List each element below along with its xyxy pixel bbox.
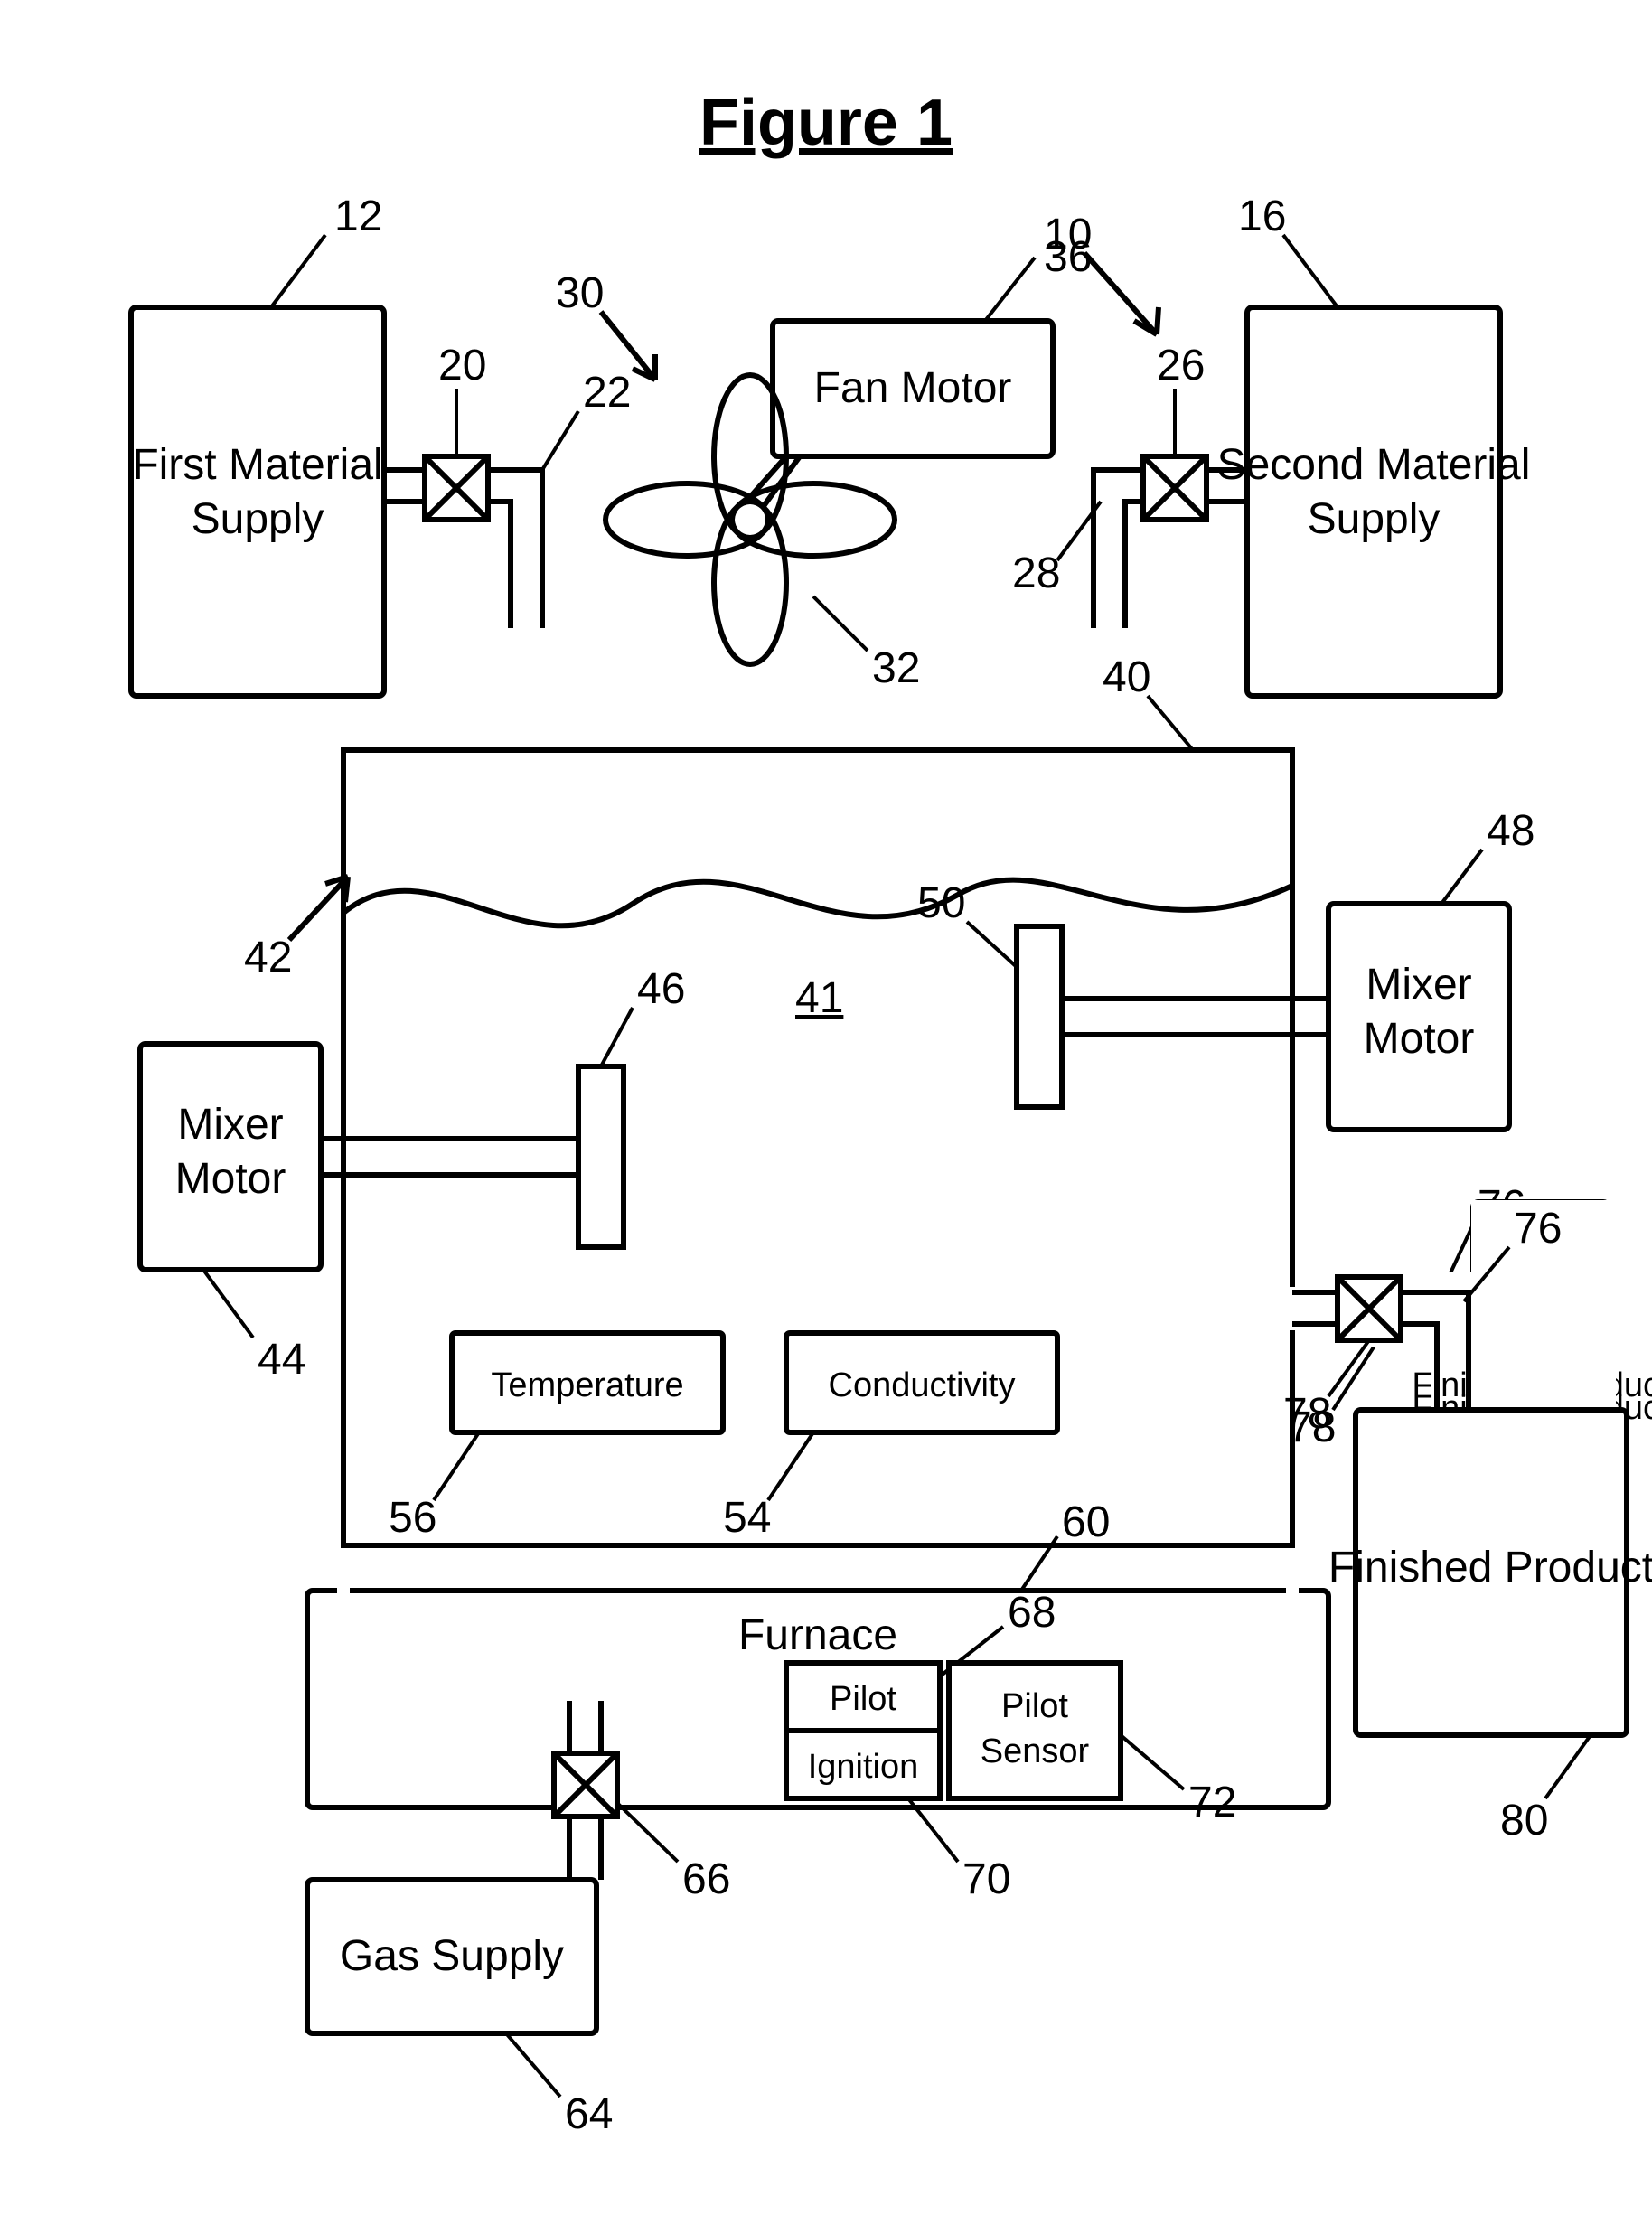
mixer-l2r: Motor	[1364, 1015, 1475, 1063]
pilot-sensor: Pilot Sensor	[949, 1663, 1121, 1798]
mixer-left-shaft	[321, 1139, 578, 1175]
ref-78b: 78	[1283, 1390, 1331, 1438]
ref-72: 72	[1188, 1779, 1236, 1826]
fan-motor: Fan Motor	[773, 321, 1053, 456]
leader-50	[967, 922, 1017, 967]
ref-56: 56	[389, 1494, 436, 1542]
mixer-l1l: Mixer	[177, 1101, 283, 1149]
leader-36	[985, 258, 1035, 321]
second-supply-l2: Supply	[1308, 495, 1441, 543]
ref-28: 28	[1012, 549, 1060, 597]
ref-20: 20	[438, 342, 486, 390]
ref-50: 50	[917, 879, 965, 927]
leader-16	[1283, 235, 1338, 307]
leader-66	[617, 1803, 678, 1862]
ref-30: 30	[556, 269, 604, 317]
ref-42: 42	[244, 934, 292, 981]
leader-48	[1441, 850, 1482, 904]
gas-supply-label: Gas Supply	[340, 1932, 564, 1980]
gas-supply: Gas Supply	[307, 1880, 596, 2033]
pilot-sensor-l1: Pilot	[1001, 1687, 1068, 1725]
first-material-supply: First Material Supply	[131, 307, 384, 696]
first-supply-l2: Supply	[192, 495, 324, 543]
ignition-box: Ignition	[786, 1731, 940, 1798]
second-material-supply: Second Material Supply	[1217, 307, 1531, 696]
second-supply-l1: Second Material	[1217, 441, 1531, 489]
temperature-label: Temperature	[491, 1366, 683, 1404]
mixer-left-impeller	[578, 1066, 624, 1247]
ref-60: 60	[1062, 1498, 1110, 1546]
ref-32: 32	[872, 644, 920, 692]
leader-78	[1333, 1340, 1378, 1410]
ref-41: 41	[795, 974, 843, 1022]
temperature-sensor: Temperature	[452, 1333, 723, 1432]
pipe-left	[384, 456, 542, 628]
mixer-motor-right: Mixer Motor	[1328, 904, 1509, 1130]
leader-44	[203, 1270, 253, 1338]
mixer-right-shaft	[1062, 999, 1328, 1035]
ref-68: 68	[1008, 1589, 1056, 1637]
ref-64: 64	[565, 2090, 613, 2138]
conductivity-sensor: Conductivity	[786, 1333, 1057, 1432]
leader-80	[1545, 1735, 1591, 1798]
mixer-l1r: Mixer	[1366, 961, 1471, 1009]
ref-44: 44	[258, 1336, 305, 1384]
pilot-label: Pilot	[830, 1680, 896, 1718]
furnace-label: Furnace	[738, 1611, 897, 1659]
mixer-motor-left: Mixer Motor	[140, 1044, 321, 1270]
leader-40	[1148, 696, 1193, 750]
ref-46: 46	[637, 965, 685, 1013]
figure-title: Figure 1	[699, 87, 953, 159]
leader-12	[271, 235, 325, 307]
leader-64	[506, 2033, 560, 2097]
ref-22: 22	[583, 369, 631, 417]
arrow-10	[1084, 253, 1159, 334]
ref-12: 12	[334, 192, 382, 240]
mixer-right-impeller	[1017, 926, 1062, 1107]
leader-22	[542, 411, 578, 470]
ref-70: 70	[962, 1855, 1010, 1903]
ref-36: 36	[1044, 233, 1092, 281]
leader-54	[768, 1432, 813, 1500]
ref-80: 80	[1500, 1797, 1548, 1845]
ref-48: 48	[1487, 807, 1535, 855]
ref-76b: 76	[1514, 1205, 1562, 1253]
first-supply-l1: First Material	[132, 441, 382, 489]
mixer-l2l: Motor	[175, 1155, 286, 1203]
leader-56	[434, 1432, 479, 1500]
leader-32	[813, 596, 868, 651]
ignition-label: Ignition	[808, 1748, 919, 1786]
conductivity-label: Conductivity	[829, 1366, 1016, 1404]
pilot-box: Pilot	[786, 1663, 940, 1731]
ref-26: 26	[1157, 342, 1205, 390]
leader-46	[601, 1008, 633, 1066]
ref-16: 16	[1238, 192, 1286, 240]
diagram-root: Figure 1 First Material Supply 12 Second…	[0, 0, 1652, 2225]
pilot-sensor-l2: Sensor	[981, 1732, 1090, 1770]
ref-54: 54	[723, 1494, 771, 1542]
fan-motor-label: Fan Motor	[814, 364, 1012, 412]
finished-product-lbl: Finished Product	[1328, 1544, 1652, 1591]
arrow-42	[289, 877, 348, 940]
ref-66: 66	[682, 1855, 730, 1903]
ref-40: 40	[1103, 653, 1150, 701]
